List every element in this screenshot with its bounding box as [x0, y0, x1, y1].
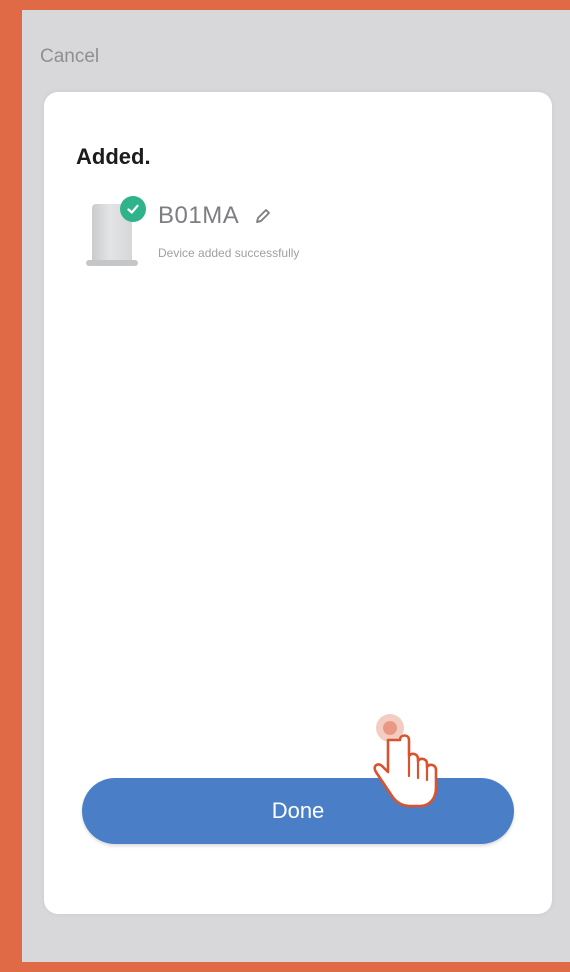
device-image: [84, 196, 146, 272]
added-sheet: Added. B01MA Device added successfully D…: [44, 92, 552, 914]
device-status-text: Device added successfully: [158, 246, 300, 260]
app-screen: Cancel Added. B01MA Device added success…: [22, 10, 570, 962]
frame-border-left: [0, 0, 22, 972]
frame-border-top: [0, 0, 570, 10]
hand-pointer-icon: [373, 714, 438, 808]
pencil-icon[interactable]: [253, 206, 273, 226]
check-icon: [120, 196, 146, 222]
cancel-button[interactable]: Cancel: [40, 46, 99, 68]
page-title: Added.: [76, 144, 151, 169]
device-name-row: B01MA: [158, 202, 273, 230]
device-list-item[interactable]: B01MA Device added successfully: [84, 196, 504, 276]
frame-border-bottom: [0, 962, 570, 972]
done-button[interactable]: Done: [82, 778, 514, 844]
device-base: [86, 260, 138, 266]
recording-frame: Cancel Added. B01MA Device added success…: [0, 0, 570, 972]
device-name: B01MA: [158, 202, 240, 229]
